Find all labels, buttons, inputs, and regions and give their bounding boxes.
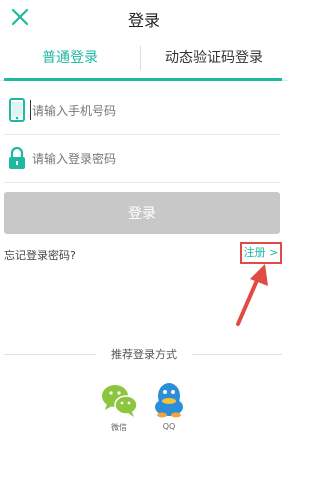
- phone-input[interactable]: [30, 98, 274, 124]
- password-row: [4, 136, 280, 183]
- annotation-arrow-icon: [236, 264, 268, 326]
- wechat-label: 微信: [111, 423, 127, 432]
- tab-normal-login[interactable]: 普通登录: [0, 36, 140, 80]
- phone-icon: [9, 98, 25, 122]
- wechat-icon[interactable]: [99, 380, 139, 420]
- register-link[interactable]: 注册 >: [240, 242, 282, 264]
- password-input[interactable]: [30, 146, 274, 172]
- login-tabs: 普通登录 动态验证码登录: [0, 36, 288, 81]
- phone-row: [4, 88, 280, 135]
- qq-icon[interactable]: [149, 380, 189, 420]
- page-title: 登录: [127, 11, 160, 30]
- divider-left: [4, 354, 96, 355]
- login-button[interactable]: 登录: [4, 192, 280, 234]
- tab-sms-code-login[interactable]: 动态验证码登录: [140, 36, 288, 80]
- divider-right: [192, 354, 282, 355]
- recommended-login-heading: 推荐登录方式: [111, 348, 177, 361]
- active-tab-underline: [4, 78, 282, 81]
- lock-icon: [9, 146, 25, 169]
- qq-label: QQ: [162, 422, 176, 431]
- forgot-password-link[interactable]: 忘记登录密码?: [4, 247, 76, 263]
- text-cursor: [30, 100, 31, 120]
- header: 登录: [0, 0, 288, 36]
